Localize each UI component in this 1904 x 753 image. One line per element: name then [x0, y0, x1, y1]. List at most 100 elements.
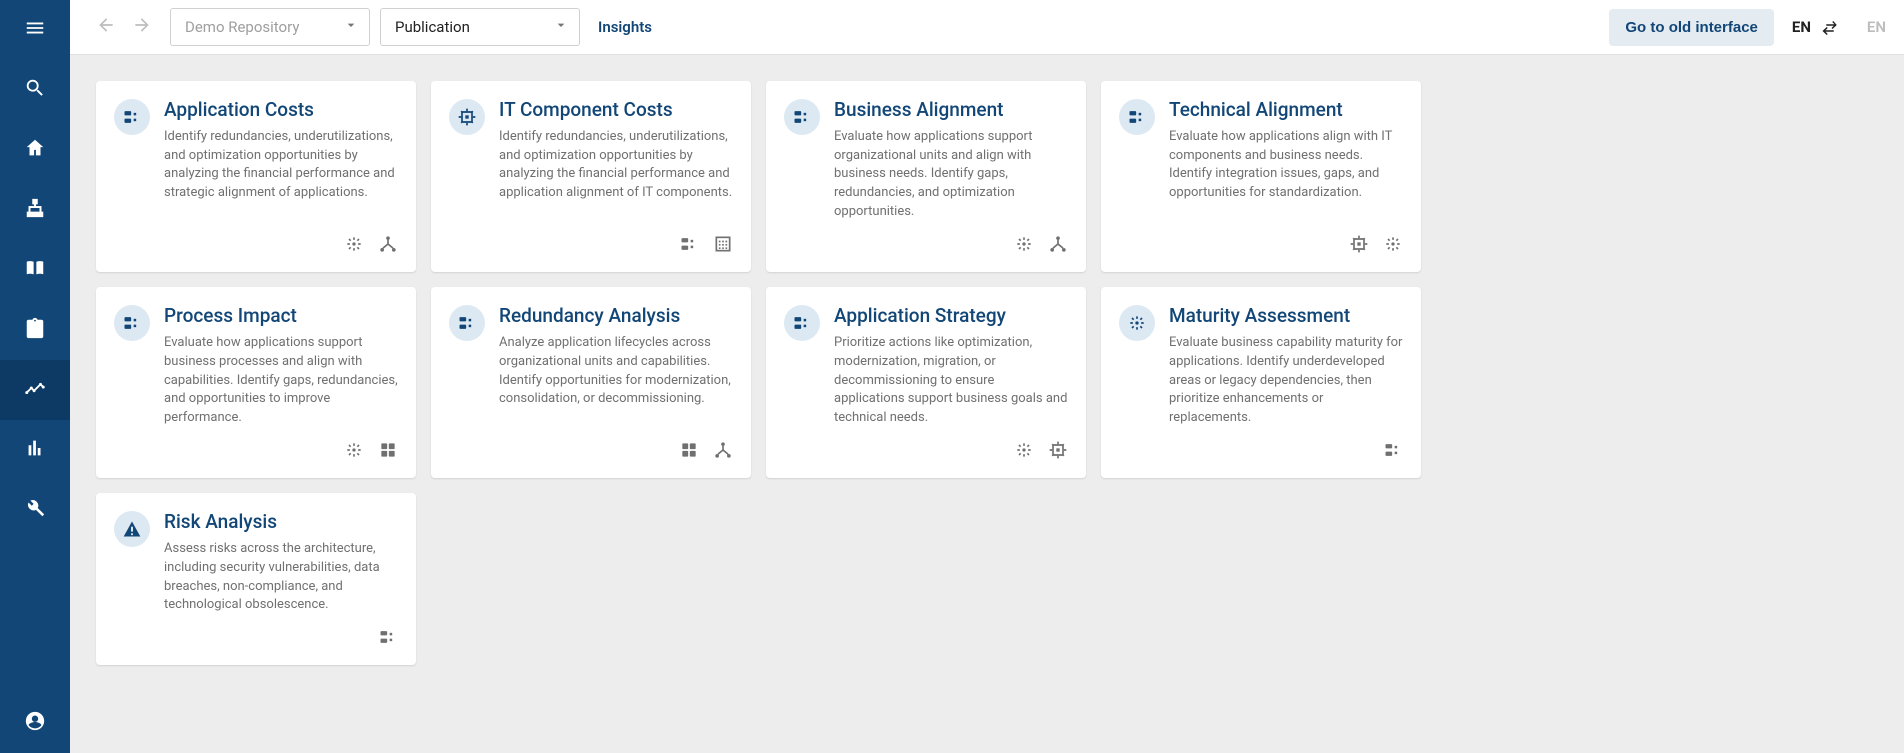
card-title: Redundancy Analysis	[499, 305, 733, 328]
card-title: Application Strategy	[834, 305, 1068, 328]
chevron-down-icon	[343, 17, 359, 37]
card-description: Prioritize actions like optimization, mo…	[834, 334, 1068, 428]
lang-switch-button[interactable]	[1821, 17, 1839, 37]
card-footer	[114, 222, 398, 258]
publication-dropdown[interactable]: Publication	[380, 8, 580, 46]
card-description: Analyze application lifecycles across or…	[499, 334, 733, 409]
card[interactable]: Risk Analysis Assess risks across the arc…	[96, 493, 416, 665]
card-title: Application Costs	[164, 99, 398, 122]
arrow-left-icon	[96, 15, 116, 39]
sidebar-home[interactable]	[0, 120, 70, 180]
sidebar-account[interactable]	[0, 693, 70, 753]
card-title: Business Alignment	[834, 99, 1068, 122]
account-icon	[24, 710, 46, 736]
insights-link[interactable]: Insights	[598, 18, 652, 36]
sidebar	[0, 0, 70, 753]
search-icon	[24, 77, 46, 103]
bar-chart-icon	[24, 437, 46, 463]
nav-forward-button[interactable]	[124, 9, 160, 45]
card[interactable]: Process Impact Evaluate how applications …	[96, 287, 416, 478]
tree-tag-icon	[1048, 234, 1068, 258]
card-footer	[114, 428, 398, 464]
card-footer	[784, 428, 1068, 464]
sidebar-docs[interactable]	[0, 240, 70, 300]
lang-inactive[interactable]: EN	[1867, 18, 1886, 36]
card-grid: Application Costs Identify redundancies, …	[96, 81, 1878, 665]
grid-tag-icon	[679, 440, 699, 464]
card[interactable]: Maturity Assessment Evaluate business cap…	[1101, 287, 1421, 478]
sidebar-analytics[interactable]	[0, 360, 70, 420]
app-icon	[1119, 99, 1155, 135]
card-description: Evaluate how applications support busine…	[164, 334, 398, 428]
card-description: Identify redundancies, underutilizations…	[164, 128, 398, 203]
book-icon	[24, 257, 46, 283]
topbar: Demo Repository Publication Insights Go …	[70, 0, 1904, 55]
app-icon	[784, 305, 820, 341]
trend-icon	[24, 377, 46, 403]
card-description: Identify redundancies, underutilizations…	[499, 128, 733, 203]
lang-active[interactable]: EN	[1792, 18, 1811, 36]
card[interactable]: Application Strategy Prioritize actions l…	[766, 287, 1086, 478]
chevron-down-icon	[553, 17, 569, 37]
card[interactable]: Business Alignment Evaluate how applicati…	[766, 81, 1086, 272]
sparkle-tag-icon	[344, 440, 364, 464]
card-footer	[449, 428, 733, 464]
chip-icon	[449, 99, 485, 135]
chip-tag-icon	[1048, 440, 1068, 464]
repository-dropdown[interactable]: Demo Repository	[170, 8, 370, 46]
card-title: Risk Analysis	[164, 511, 398, 534]
card-footer	[449, 222, 733, 258]
card-description: Assess risks across the architecture, in…	[164, 540, 398, 615]
card-footer	[1119, 222, 1403, 258]
card-description: Evaluate business capability maturity fo…	[1169, 334, 1403, 428]
sidebar-clipboard[interactable]	[0, 300, 70, 360]
sparkle-tag-icon	[1014, 440, 1034, 464]
arrow-right-icon	[132, 15, 152, 39]
card-title: Technical Alignment	[1169, 99, 1403, 122]
card-title: IT Component Costs	[499, 99, 733, 122]
app-tag-icon	[679, 234, 699, 258]
card-footer	[114, 615, 398, 651]
sparkle-icon	[1119, 305, 1155, 341]
sidebar-menu-toggle[interactable]	[0, 0, 70, 60]
grid-tag-icon	[378, 440, 398, 464]
sidebar-charts[interactable]	[0, 420, 70, 480]
card[interactable]: IT Component Costs Identify redundancies,…	[431, 81, 751, 272]
sparkle-tag-icon	[1383, 234, 1403, 258]
publication-dropdown-label: Publication	[395, 18, 470, 36]
clipboard-icon	[24, 317, 46, 343]
hamburger-icon	[24, 17, 46, 43]
card[interactable]: Redundancy Analysis Analyze application l…	[431, 287, 751, 478]
app-tag-icon	[1383, 440, 1403, 464]
hierarchy-icon	[24, 197, 46, 223]
home-icon	[24, 137, 46, 163]
building-tag-icon	[713, 234, 733, 258]
card-footer	[1119, 428, 1403, 464]
wrench-icon	[24, 497, 46, 523]
sparkle-tag-icon	[344, 234, 364, 258]
sidebar-hierarchy[interactable]	[0, 180, 70, 240]
card[interactable]: Application Costs Identify redundancies, …	[96, 81, 416, 272]
tree-tag-icon	[713, 440, 733, 464]
sidebar-settings[interactable]	[0, 480, 70, 540]
card-title: Maturity Assessment	[1169, 305, 1403, 328]
card-footer	[784, 222, 1068, 258]
app-tag-icon	[378, 627, 398, 651]
card-description: Evaluate how applications support organi…	[834, 128, 1068, 222]
chip-tag-icon	[1349, 234, 1369, 258]
sidebar-search[interactable]	[0, 60, 70, 120]
app-icon	[784, 99, 820, 135]
content-area: Application Costs Identify redundancies, …	[70, 55, 1904, 753]
card-title: Process Impact	[164, 305, 398, 328]
card-description: Evaluate how applications align with IT …	[1169, 128, 1403, 203]
app-icon	[114, 99, 150, 135]
sparkle-tag-icon	[1014, 234, 1034, 258]
warning-icon	[114, 511, 150, 547]
old-interface-button[interactable]: Go to old interface	[1609, 9, 1774, 46]
tree-tag-icon	[378, 234, 398, 258]
swap-icon	[1821, 17, 1839, 36]
nav-back-button[interactable]	[88, 9, 124, 45]
card[interactable]: Technical Alignment Evaluate how applicat…	[1101, 81, 1421, 272]
repository-dropdown-label: Demo Repository	[185, 18, 299, 36]
app-icon	[449, 305, 485, 341]
